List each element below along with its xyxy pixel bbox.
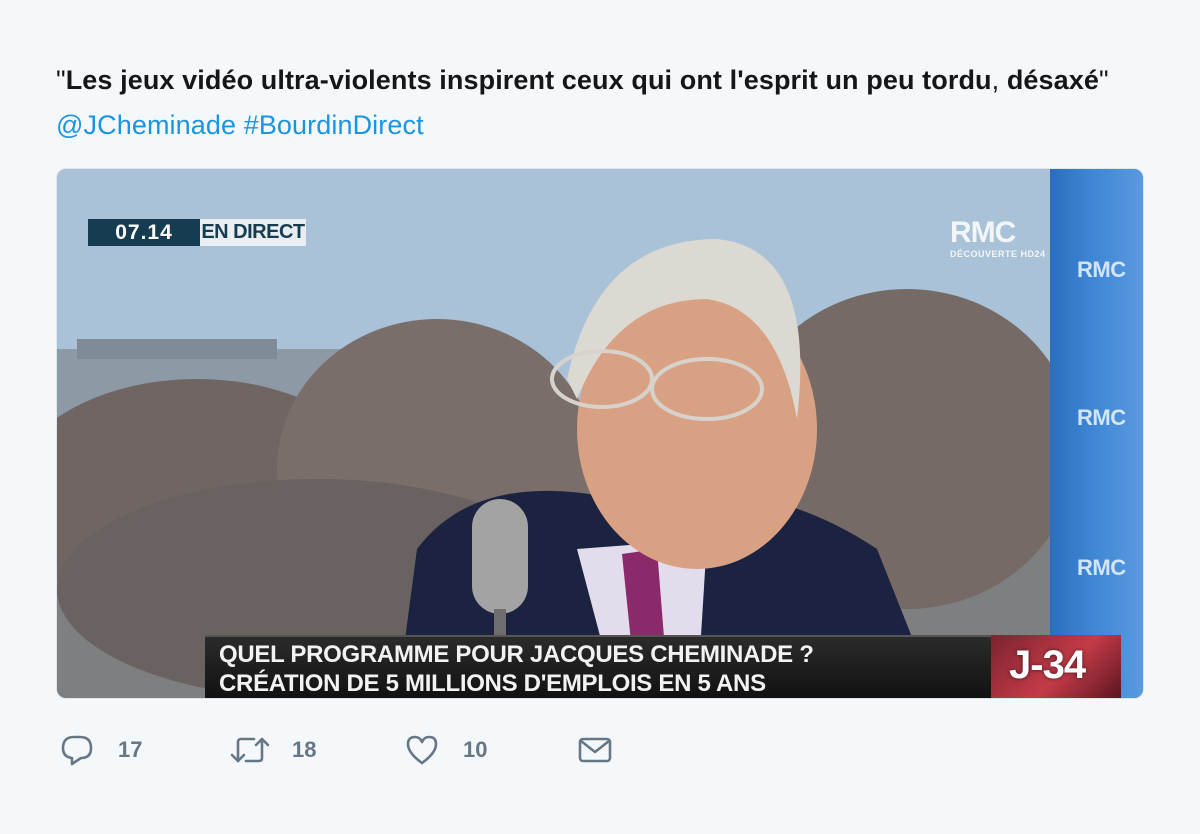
channel-sub-logo: DÉCOUVERTE HD24 — [950, 249, 1046, 259]
side-logo-1: RMC — [1077, 257, 1126, 282]
reply-count: 17 — [118, 737, 143, 762]
retweet-count: 18 — [292, 737, 317, 762]
mention-link[interactable]: @JCheminade — [56, 110, 236, 140]
heart-icon — [406, 735, 438, 765]
quote-open: " — [56, 65, 66, 95]
lower-third-line-1: QUEL PROGRAMME POUR JACQUES CHEMINADE ? — [219, 641, 814, 668]
tweet-comma: , — [991, 65, 1007, 95]
reply-button[interactable]: 17 — [60, 728, 142, 772]
like-count: 10 — [463, 737, 488, 762]
channel-logo: RMC — [950, 216, 1016, 249]
side-logo-3: RMC — [1077, 555, 1126, 580]
retweet-button[interactable]: 18 — [230, 728, 316, 772]
reply-icon — [61, 735, 93, 766]
live-time-badge: 07.14 — [88, 219, 200, 246]
lower-third-banner: QUEL PROGRAMME POUR JACQUES CHEMINADE ? … — [205, 635, 991, 698]
tweet-text-bold-2: désaxé — [1006, 65, 1100, 95]
quote-close: " — [1099, 65, 1109, 95]
envelope-icon — [578, 737, 612, 763]
retweet-icon — [230, 737, 270, 763]
tweet-text: "Les jeux vidéo ultra-violents inspirent… — [56, 58, 1146, 148]
tweet-text-bold: Les jeux vidéo ultra-violents inspirent … — [65, 65, 992, 95]
tweet-actions: 17 18 10 — [60, 728, 660, 772]
direct-message-button[interactable] — [578, 728, 612, 772]
side-logo-2: RMC — [1077, 405, 1126, 430]
hashtag-link[interactable]: #BourdinDirect — [244, 110, 424, 140]
live-label-badge: EN DIRECT — [200, 219, 306, 246]
side-panel — [1050, 169, 1143, 698]
like-button[interactable]: 10 — [405, 728, 487, 772]
lower-third-line-2: CRÉATION DE 5 MILLIONS D'EMPLOIS EN 5 AN… — [219, 670, 766, 697]
countdown-text: J-34 — [1009, 643, 1086, 687]
countdown-badge: J-34 — [991, 635, 1121, 698]
video-media[interactable]: 07.14 EN DIRECT RMC RMC RMC RMC DÉCOUVER… — [56, 168, 1144, 699]
